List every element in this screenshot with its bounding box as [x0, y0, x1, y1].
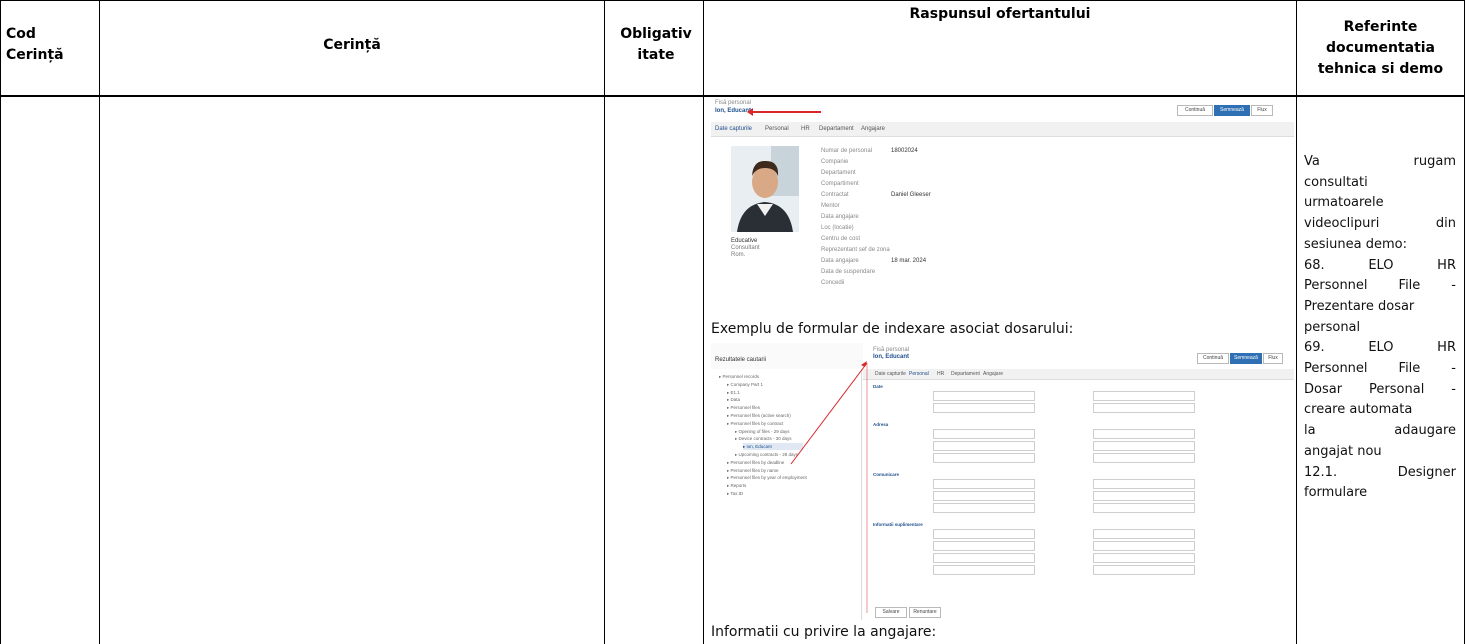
arrow-head: [747, 108, 753, 116]
reference-word: 69.: [1304, 340, 1325, 356]
person-caption-2: Consultant: [731, 245, 760, 251]
col-divider-4: [1296, 0, 1297, 644]
reference-word: sesiunea demo:: [1304, 236, 1407, 252]
reference-line: 12.1. Designer: [1304, 463, 1456, 484]
tab-departament[interactable]: Departament: [819, 126, 854, 133]
record-field-value: Daniel Gleeser: [891, 192, 931, 198]
reference-word: Personnel: [1304, 278, 1368, 294]
reference-word: creare automata: [1304, 402, 1413, 418]
header-referinte: Referinte documentatia tehnica si demo: [1317, 18, 1444, 77]
reference-word: urmatoarele: [1304, 195, 1384, 211]
record-field-value: 18 mar. 2024: [891, 258, 927, 264]
reference-line: urmatoarele: [1304, 193, 1456, 214]
reference-line: Va rugam: [1304, 152, 1456, 173]
reference-line: 68. ELO HR: [1304, 256, 1456, 277]
record-field-label: Contractat: [821, 192, 849, 198]
reference-line: 69. ELO HR: [1304, 338, 1456, 359]
record-field-label: Compartiment: [821, 181, 859, 187]
record-field-label: Centru de cost: [821, 236, 861, 242]
reference-word: -: [1451, 381, 1456, 397]
record-field-label: Data de suspendare: [821, 269, 876, 275]
reference-line: Dosar Personal -: [1304, 380, 1456, 401]
continue-button[interactable]: Continuă: [1177, 105, 1213, 116]
reference-word: Personal: [1369, 381, 1425, 397]
reference-line: la adaugare: [1304, 421, 1456, 442]
reference-word: rugam: [1413, 154, 1456, 169]
employee-name: Ion, Educant: [715, 108, 751, 114]
reference-word: videoclipuri: [1304, 216, 1380, 232]
record-field-label: Loc (locatie): [821, 225, 854, 231]
index-form-caption: Exemplu de formular de indexare asociat …: [711, 321, 1074, 337]
person-caption-1: Educative: [731, 238, 758, 244]
tab-bar: [711, 122, 1294, 137]
record-field-label: Numar de personal: [821, 148, 873, 154]
reference-line: Personnel File -: [1304, 359, 1456, 380]
reference-word: HR: [1437, 257, 1456, 273]
header-divider: [0, 95, 1465, 97]
record-field-label: Data angajare: [821, 214, 859, 220]
reference-word: 68.: [1304, 257, 1325, 273]
reference-word: consultati: [1304, 174, 1368, 190]
person-caption-3: Rom.: [731, 252, 746, 258]
tab-personal[interactable]: Personal: [765, 126, 789, 133]
reference-word: File: [1398, 278, 1421, 294]
employee-photo: [731, 146, 799, 232]
reference-line: videoclipuri din: [1304, 214, 1456, 235]
header-cerinta: Cerință: [323, 36, 381, 53]
index-form-screenshot: Rezultatele cautarii ▸ Personnel records…: [711, 343, 1294, 620]
reference-line: consultati: [1304, 173, 1456, 194]
reference-line: personal: [1304, 318, 1456, 339]
reference-word: ELO: [1368, 257, 1394, 273]
reference-word: Dosar: [1304, 381, 1343, 397]
sign-button[interactable]: Semnează: [1214, 105, 1250, 116]
reference-word: din: [1435, 216, 1456, 232]
record-field-label: Departament: [821, 170, 856, 176]
reference-word: ELO: [1368, 340, 1394, 356]
reference-line: formulare: [1304, 483, 1456, 504]
reference-word: HR: [1437, 340, 1456, 356]
tab-angajare[interactable]: Angajare: [861, 126, 885, 133]
reference-line: sesiunea demo:: [1304, 235, 1456, 256]
record-field-label: Reprezentant sef de zona: [821, 247, 890, 253]
record-field-label: Data angajare: [821, 258, 859, 264]
header-cod-cerinta: Cod Cerință: [6, 26, 64, 63]
employment-caption: Informatii cu privire la angajare:: [711, 624, 937, 640]
table-border-top: [0, 0, 1465, 1]
reference-line: Personnel File -: [1304, 276, 1456, 297]
reference-line: angajat nou: [1304, 442, 1456, 463]
tab-date[interactable]: Date capturile: [715, 126, 752, 133]
col-divider-1: [99, 0, 100, 644]
col-divider-2: [604, 0, 605, 644]
header-obligativitate: Obligativ itate: [620, 26, 692, 63]
reference-word: personal: [1304, 319, 1361, 335]
reference-word: -: [1451, 361, 1456, 377]
arrow-indicator: [751, 111, 821, 113]
record-field-label: Concedii: [821, 280, 845, 286]
references-text: Va rugam consultati urmatoarele videoclipuri…: [1304, 152, 1456, 504]
reference-word: formulare: [1304, 485, 1368, 501]
flow-button[interactable]: Flux: [1251, 105, 1273, 116]
reference-line: creare automata: [1304, 400, 1456, 421]
record-type-label: Fisă personal: [715, 100, 752, 106]
reference-word: Personnel: [1304, 361, 1368, 377]
tab-hr[interactable]: HR: [801, 126, 810, 133]
record-field-label: Mentor: [821, 203, 840, 209]
reference-word: angajat nou: [1304, 443, 1382, 459]
employee-record-screenshot: Fisă personal Ion, Educant Continuă Semn…: [711, 98, 1294, 310]
record-fields: Numar de personal 18002024 Companie Departa…: [821, 148, 1041, 298]
reference-word: la: [1304, 423, 1316, 439]
record-field-value: 18002024: [891, 148, 918, 154]
reference-word: 12.1.: [1304, 464, 1338, 480]
reference-word: adaugare: [1394, 423, 1456, 439]
link-arrow: [790, 361, 868, 613]
reference-word: -: [1451, 278, 1456, 294]
header-raspuns: Raspunsul ofertantului: [909, 5, 1091, 22]
reference-word: Va: [1304, 154, 1320, 169]
col-divider-3: [703, 0, 704, 644]
reference-word: Designer: [1397, 464, 1456, 480]
reference-line: Prezentare dosar: [1304, 297, 1456, 318]
record-field-label: Companie: [821, 159, 849, 165]
reference-word: Prezentare dosar: [1304, 298, 1415, 314]
reference-word: File: [1398, 361, 1421, 377]
